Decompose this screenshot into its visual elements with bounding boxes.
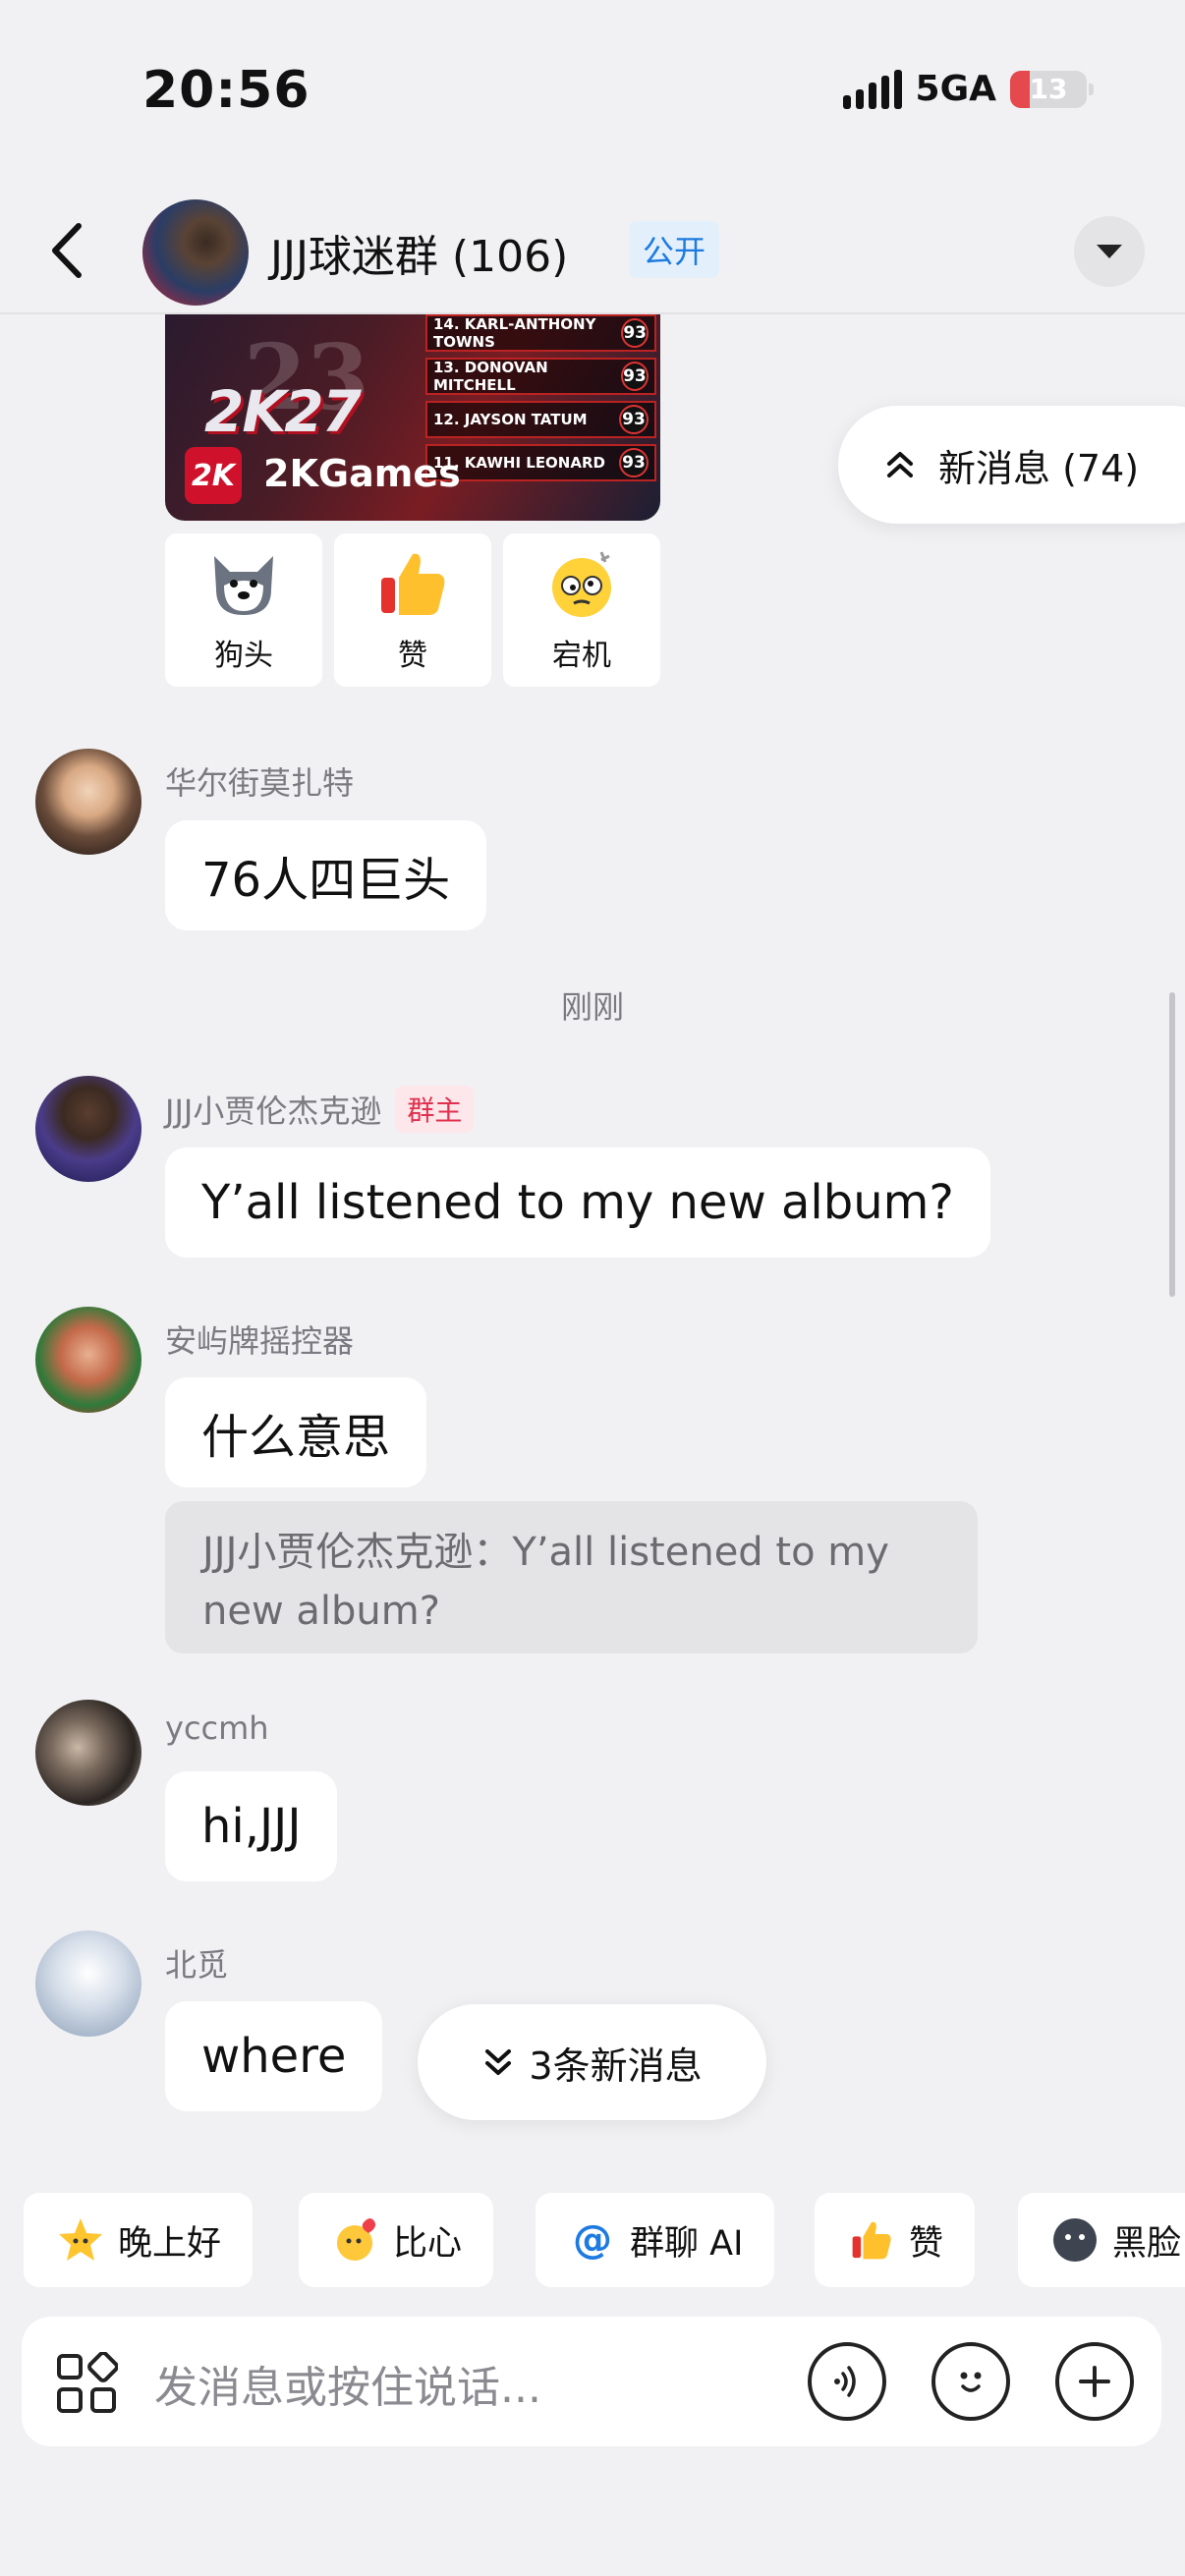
finger-heart-icon bbox=[330, 2214, 381, 2266]
sender-name[interactable]: 北觅 bbox=[165, 1940, 228, 1986]
back-button[interactable] bbox=[39, 216, 98, 285]
sender-name[interactable]: JJJ小贾伦杰克逊 bbox=[165, 1087, 381, 1132]
quick-reply-chip[interactable]: 比心 bbox=[299, 2193, 494, 2287]
reaction-label: 狗头 bbox=[214, 639, 273, 673]
chevron-double-down-icon bbox=[485, 2049, 512, 2075]
dropdown-button[interactable] bbox=[1074, 216, 1145, 287]
quick-reply-label: 黑脸 bbox=[1112, 2223, 1182, 2264]
avatar[interactable] bbox=[35, 1076, 141, 1182]
quick-reply-label: 晚上好 bbox=[118, 2223, 222, 2264]
emoji-button[interactable] bbox=[931, 2342, 1010, 2421]
sender-name[interactable]: yccmh bbox=[165, 1709, 269, 1747]
brand-logo-icon: 2K bbox=[185, 447, 242, 504]
time-divider: 刚刚 bbox=[560, 988, 624, 1026]
quoted-message[interactable]: JJJ小贾伦杰克逊：Y’all listened to my new album… bbox=[165, 1501, 978, 1653]
caret-down-icon bbox=[1097, 245, 1122, 258]
brand-name: 2KGames bbox=[263, 452, 461, 495]
thumbs-up-icon bbox=[375, 546, 450, 621]
ranking-row: 13. DONOVAN MITCHELL 93 bbox=[425, 358, 656, 395]
avatar[interactable] bbox=[35, 1307, 141, 1413]
smiley-icon bbox=[960, 2372, 982, 2392]
public-badge: 公开 bbox=[629, 221, 720, 278]
group-title[interactable]: JJJ球迷群 (106) bbox=[270, 221, 568, 284]
star-face-icon bbox=[55, 2214, 106, 2266]
quick-reply-chip[interactable]: 晚上好 bbox=[24, 2193, 254, 2287]
quick-reply-label: 比心 bbox=[393, 2223, 463, 2264]
message-bubble[interactable]: Y’all listened to my new album? bbox=[165, 1148, 990, 1258]
owner-badge: 群主 bbox=[395, 1086, 475, 1133]
reaction-label: 赞 bbox=[398, 639, 427, 673]
at-icon: @ bbox=[573, 2217, 612, 2263]
message-bubble[interactable]: hi,JJJ bbox=[165, 1771, 338, 1881]
dizzy-face-icon bbox=[544, 546, 619, 621]
message-bubble[interactable]: 76人四巨头 bbox=[165, 820, 487, 930]
quick-reply-chip[interactable]: 赞 bbox=[815, 2193, 976, 2287]
quick-reply-label: 赞 bbox=[909, 2223, 944, 2264]
apps-grid-icon[interactable] bbox=[55, 2351, 119, 2415]
voice-wave-icon bbox=[834, 2366, 856, 2397]
avatar[interactable] bbox=[35, 1700, 141, 1806]
new-messages-label: 3条新消息 bbox=[529, 2044, 703, 2088]
new-messages-bottom-button[interactable]: 3条新消息 bbox=[418, 2004, 766, 2120]
quick-reply-chip[interactable]: @ 群聊 AI bbox=[536, 2193, 775, 2287]
network-label: 5GA bbox=[915, 69, 996, 109]
voice-button[interactable] bbox=[808, 2342, 886, 2421]
sender-name[interactable]: 华尔街莫扎特 bbox=[165, 758, 354, 804]
reaction-dizzy[interactable]: 宕机 bbox=[503, 533, 660, 687]
message-input-bar: 发消息或按住说话... bbox=[22, 2317, 1161, 2446]
signal-icon bbox=[842, 69, 902, 109]
new-messages-button[interactable]: 新消息 (74) bbox=[838, 406, 1185, 524]
message-bubble[interactable]: 什么意思 bbox=[165, 1377, 427, 1487]
reaction-doge[interactable]: 狗头 bbox=[165, 533, 322, 687]
reaction-like[interactable]: 赞 bbox=[334, 533, 491, 687]
status-time: 20:56 bbox=[142, 61, 310, 120]
message-input[interactable]: 发消息或按住说话... bbox=[154, 2352, 541, 2415]
add-button[interactable] bbox=[1055, 2342, 1134, 2421]
avatar[interactable] bbox=[35, 1931, 141, 2037]
reaction-label: 宕机 bbox=[552, 639, 611, 673]
game-logo: 2K27 bbox=[204, 378, 362, 445]
quick-reply-chip[interactable]: 黑脸 bbox=[1018, 2193, 1185, 2287]
scrollbar[interactable] bbox=[1169, 992, 1175, 1297]
plus-icon bbox=[1079, 2366, 1110, 2397]
battery-icon: 13 bbox=[1010, 70, 1094, 108]
quick-reply-bar: 晚上好 比心 @ 群聊 AI 赞 黑脸 bbox=[0, 2142, 1185, 2328]
status-indicators: 5GA 13 bbox=[842, 69, 1094, 109]
message-bubble[interactable]: where bbox=[165, 2001, 383, 2111]
group-avatar[interactable] bbox=[142, 199, 249, 306]
avatar[interactable] bbox=[35, 749, 141, 855]
doge-icon bbox=[206, 546, 281, 621]
ranking-row: 12. JAYSON TATUM 93 bbox=[425, 401, 656, 438]
new-messages-label: 新消息 (74) bbox=[938, 446, 1140, 490]
sender-row: JJJ小贾伦杰克逊 群主 bbox=[165, 1086, 475, 1133]
thumbs-up-icon bbox=[846, 2214, 897, 2266]
quick-reply-label: 群聊 AI bbox=[630, 2223, 744, 2264]
dark-face-icon bbox=[1049, 2214, 1100, 2266]
shared-image[interactable]: 23 2K27 14. KARL-ANTHONY TOWNS 93 13. DON… bbox=[165, 314, 660, 521]
sender-name[interactable]: 安屿牌摇控器 bbox=[165, 1316, 354, 1362]
chevron-double-up-icon bbox=[887, 452, 913, 477]
chevron-left-icon bbox=[52, 223, 82, 278]
ranking-row: 14. KARL-ANTHONY TOWNS 93 bbox=[425, 314, 656, 352]
chat-header: JJJ球迷群 (106) 公开 bbox=[0, 192, 1185, 314]
battery-level: 13 bbox=[1029, 73, 1068, 105]
